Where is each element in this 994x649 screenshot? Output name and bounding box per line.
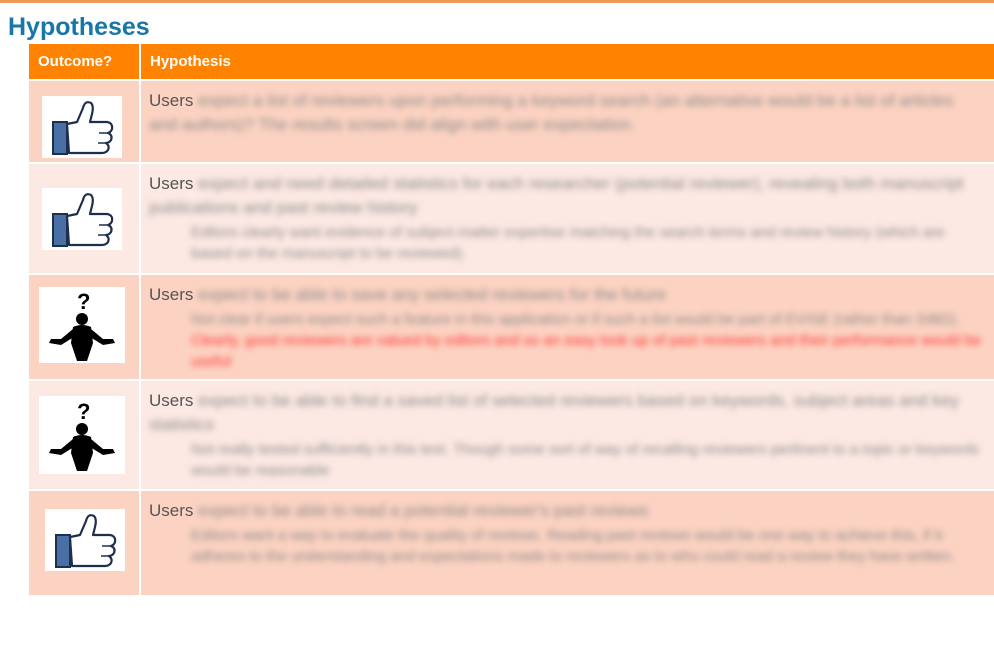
outcome-cell: ? [29,275,141,379]
outcome-cell [29,81,141,162]
note-text: Editors clearly want evidence of subject… [191,224,945,262]
hypothesis-note: Editors want a way to evaluate the quali… [191,525,984,567]
hypothesis-cell: Users expect a list of reviewers upon pe… [141,81,994,162]
question-person-icon: ? [39,396,125,474]
hypothesis-note: Not clear if users expect such a feature… [191,309,984,372]
hypothesis-cell: Users expect and need detailed statistic… [141,164,994,273]
outcome-cell [29,491,141,595]
hypothesis-subject: Users [149,91,194,110]
thumbs-up-icon [42,188,122,250]
hypothesis-statement: expect to be able to save any selected r… [198,285,666,304]
hypothesis-text: Users expect and need detailed statistic… [149,172,984,220]
thumbs-up-icon [42,96,122,158]
top-rule [0,0,994,3]
slide-title: Hypotheses [8,13,150,41]
svg-text:?: ? [77,399,90,424]
hypothesis-statement: expect a list of reviewers upon performi… [149,91,954,134]
hypothesis-subject: Users [149,391,194,410]
note-text: Editors want a way to evaluate the quali… [191,527,955,565]
hypothesis-subject: Users [149,174,194,193]
table-row: Users expect to be able to read a potent… [29,489,994,595]
hypothesis-note: Editors clearly want evidence of subject… [191,222,984,264]
table-row: Users expect a list of reviewers upon pe… [29,79,994,162]
hypothesis-text: Users expect a list of reviewers upon pe… [149,89,984,137]
table-row: Users expect and need detailed statistic… [29,162,994,273]
table-row: ? Users expect to be able to save any se… [29,273,994,379]
svg-text:?: ? [77,289,90,314]
hypothesis-cell: Users expect to be able to read a potent… [141,491,994,595]
hypotheses-table: Outcome? Hypothesis Users expect a list … [29,44,994,595]
note-highlight: Clearly, good reviewers are valued by ed… [191,332,982,370]
hypothesis-text: Users expect to be able to read a potent… [149,499,984,523]
outcome-cell [29,164,141,273]
outcome-cell: ? [29,381,141,489]
header-outcome: Outcome? [29,44,141,79]
header-hypothesis: Hypothesis [150,53,231,70]
hypothesis-statement: expect to be able to find a saved list o… [149,391,959,434]
note-text: Not clear if users expect such a feature… [191,311,960,328]
hypothesis-subject: Users [149,501,194,520]
hypothesis-cell: Users expect to be able to save any sele… [141,275,994,379]
hypothesis-statement: expect and need detailed statistics for … [149,174,964,217]
hypothesis-subject: Users [149,285,194,304]
table-row: ? Users expect to be able to find a save… [29,379,994,489]
table-header: Outcome? Hypothesis [29,44,994,79]
hypothesis-note: Not really tested sufficiently in this t… [191,439,984,481]
hypothesis-cell: Users expect to be able to find a saved … [141,381,994,489]
note-text: Not really tested sufficiently in this t… [191,441,980,479]
hypothesis-statement: expect to be able to read a potential re… [198,501,649,520]
hypothesis-text: Users expect to be able to find a saved … [149,389,984,437]
hypothesis-text: Users expect to be able to save any sele… [149,283,984,307]
question-person-icon: ? [39,287,125,363]
thumbs-up-icon [45,509,125,571]
